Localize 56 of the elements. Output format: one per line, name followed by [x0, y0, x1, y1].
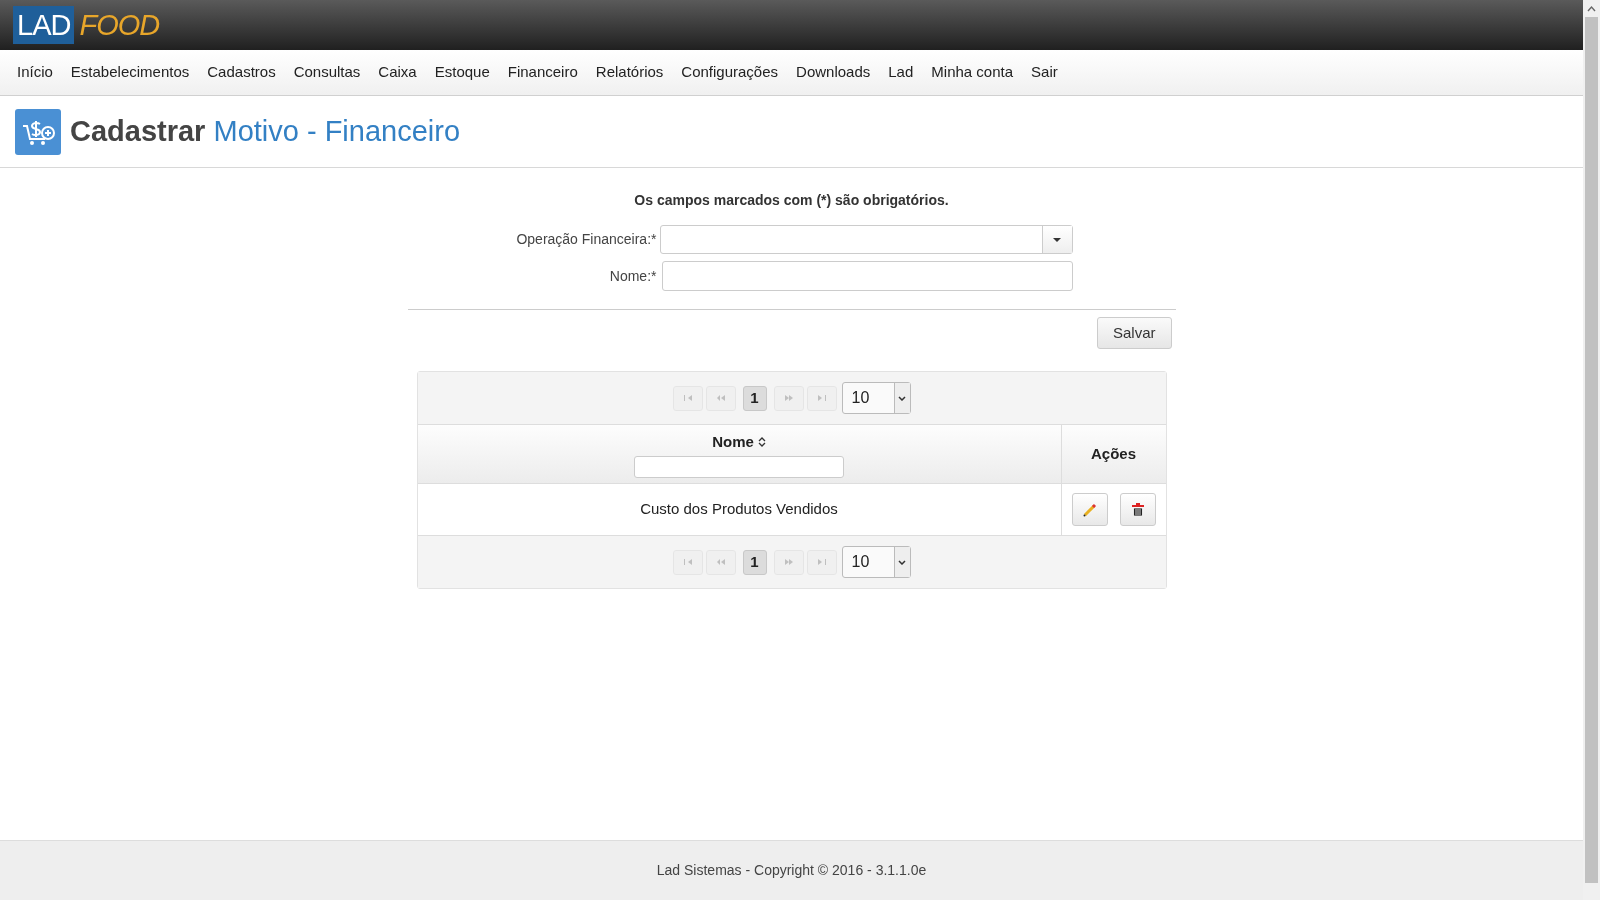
last-page-button[interactable] — [806, 549, 837, 575]
menu-item[interactable]: Financeiro — [498, 61, 587, 84]
menu-item[interactable]: Sair — [1022, 61, 1067, 84]
input-field[interactable] — [661, 261, 1073, 291]
right-arrow-icon — [783, 559, 794, 565]
left-arrow-icon — [682, 395, 693, 401]
scrollbar-thumb[interactable] — [1585, 17, 1598, 883]
menu-item[interactable]: Downloads — [787, 61, 880, 84]
prev-page-button[interactable] — [705, 385, 736, 411]
trash-icon — [1131, 503, 1144, 516]
prev-page-button[interactable] — [705, 549, 736, 575]
cart-dollar-icon — [15, 108, 61, 155]
first-page-button[interactable] — [672, 549, 703, 575]
menu-item[interactable]: Estoque — [425, 61, 499, 84]
menu-item[interactable]: Configurações — [672, 61, 788, 84]
app-logo: LAD FOOD — [13, 6, 160, 44]
column-title: Nome — [712, 432, 754, 452]
required-fields-notice: Os campos marcados com (*) são obrigatórios. — [634, 191, 949, 210]
select-field[interactable] — [659, 225, 1073, 254]
menu-item[interactable]: Lad — [879, 61, 923, 84]
last-page-button[interactable] — [806, 385, 837, 411]
copyright-text: Lad Sistemas - Copyright © 2016 - 3.1.1.0e — [656, 861, 927, 880]
field-label: Nome:* — [608, 266, 658, 286]
save-button[interactable]: Salvar — [1096, 317, 1172, 349]
page-title: Cadastrar Motivo - Financeiro — [70, 113, 461, 149]
delete-button[interactable] — [1119, 493, 1156, 526]
menu-item[interactable]: Estabelecimentos — [61, 61, 199, 84]
menu-item[interactable]: Caixa — [369, 61, 426, 84]
edit-button[interactable] — [1071, 493, 1108, 526]
table-cell-text: Custo dos Produtos Vendidos — [640, 499, 838, 520]
next-page-button[interactable] — [773, 549, 804, 575]
rows-per-page-select[interactable]: 10 — [841, 382, 911, 414]
menu-item[interactable]: Início — [8, 61, 62, 84]
page-number-button[interactable]: 1 — [742, 549, 767, 575]
chevron-down-icon — [898, 395, 906, 401]
column-title: Ações — [1091, 443, 1136, 464]
chevron-down-icon — [898, 559, 906, 565]
right-arrow-icon — [783, 395, 794, 401]
pencil-icon — [1082, 502, 1097, 517]
menu-item[interactable]: Cadastros — [198, 61, 285, 84]
next-page-button[interactable] — [773, 385, 804, 411]
right-arrow-icon — [816, 395, 827, 401]
menu-item[interactable]: Minha conta — [922, 61, 1023, 84]
rows-per-page-select[interactable]: 10 — [841, 546, 911, 578]
first-page-button[interactable] — [672, 385, 703, 411]
page-number-button[interactable]: 1 — [742, 385, 767, 411]
menu-item[interactable]: Relatórios — [586, 61, 673, 84]
menu-item[interactable]: Consultas — [284, 61, 370, 84]
left-arrow-icon — [715, 559, 726, 565]
right-arrow-icon — [816, 559, 827, 565]
left-arrow-icon — [715, 395, 726, 401]
field-label: Operação Financeira:* — [515, 230, 658, 249]
filter-field[interactable] — [634, 455, 844, 478]
left-arrow-icon — [682, 559, 693, 565]
sort-icon[interactable] — [757, 437, 766, 448]
caret-down-icon — [1053, 237, 1061, 242]
